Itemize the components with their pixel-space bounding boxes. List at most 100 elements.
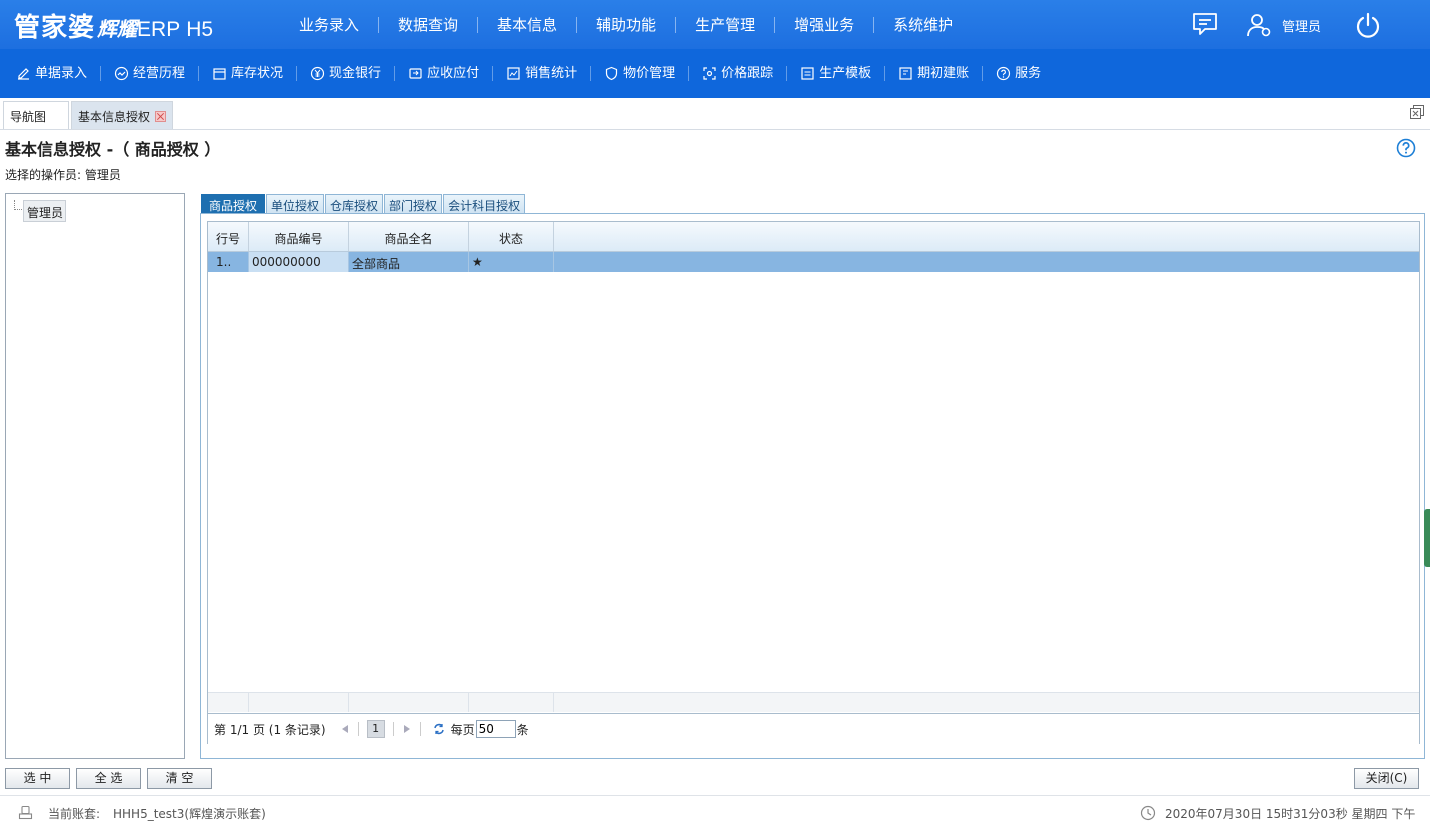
inventory-icon bbox=[213, 68, 226, 80]
summary-cell bbox=[208, 693, 249, 712]
cell-name: 全部商品 bbox=[349, 252, 469, 272]
toolbar-cash-bank[interactable]: 现金银行 bbox=[310, 65, 396, 81]
current-datetime: 2020年07月30日 15时31分03秒 星期四 下午 bbox=[1165, 807, 1416, 821]
table-row[interactable]: 1.. 000000000 全部商品 ★ bbox=[208, 252, 1419, 272]
select-button[interactable]: 选 中 bbox=[5, 768, 70, 789]
clear-button[interactable]: 清 空 bbox=[147, 768, 212, 789]
toolbar-label: 现金银行 bbox=[329, 65, 382, 81]
toolbar-label: 生产模板 bbox=[819, 65, 872, 81]
toolbar-sales-stats[interactable]: 销售统计 bbox=[506, 65, 592, 81]
top-bar: 管家婆 辉耀 ERP H5 业务录入 数据查询 基本信息 辅助功能 生产管理 增… bbox=[0, 0, 1430, 49]
next-page-icon[interactable] bbox=[403, 725, 410, 733]
close-button[interactable]: 关闭(C) bbox=[1354, 768, 1419, 789]
per-page-prefix: 每页 bbox=[450, 722, 475, 737]
pager-divider bbox=[392, 722, 394, 736]
shield-icon bbox=[605, 66, 618, 81]
logo-brand: 管家婆 bbox=[14, 13, 96, 43]
page-title: 基本信息授权 -（ 商品授权 ） bbox=[5, 140, 221, 159]
app-logo: 管家婆 辉耀 ERP H5 bbox=[14, 7, 213, 43]
main-nav-production[interactable]: 生产管理 bbox=[676, 16, 776, 33]
tree-node-admin[interactable]: 管理员 bbox=[23, 200, 66, 222]
toolbar-label: 价格跟踪 bbox=[721, 65, 774, 81]
message-icon[interactable] bbox=[1192, 12, 1218, 36]
operator-tree: 管理员 bbox=[5, 193, 185, 759]
toolbar-receivable-payable[interactable]: 应收应付 bbox=[408, 65, 494, 81]
pager-info: 第 1/1 页 (1 条记录) bbox=[214, 722, 326, 737]
column-header-code[interactable]: 商品编号 bbox=[249, 222, 349, 251]
pager-divider bbox=[357, 722, 359, 736]
toolbar-price-tracking[interactable]: 价格跟踪 bbox=[702, 65, 788, 81]
per-page-input[interactable] bbox=[475, 720, 516, 738]
main-nav-data-query[interactable]: 数据查询 bbox=[379, 16, 479, 33]
tab-account-subject-auth[interactable]: 会计科目授权 bbox=[443, 194, 526, 214]
toolbar-label: 物价管理 bbox=[623, 65, 676, 81]
toolbar-label: 销售统计 bbox=[525, 65, 578, 81]
tab-basic-info-auth[interactable]: 基本信息授权 bbox=[71, 101, 173, 129]
toolbar-label: 经营历程 bbox=[133, 65, 186, 81]
toolbar-label: 服务 bbox=[1015, 65, 1042, 81]
target-icon bbox=[703, 67, 716, 80]
column-header-row-no[interactable]: 行号 bbox=[208, 222, 249, 251]
tab-label: 导航图 bbox=[10, 110, 47, 124]
quick-toolbar: 单据录入 经营历程 库存状况 现金银行 应收应付 销售统计 物价管理 价格跟踪 … bbox=[0, 49, 1430, 98]
selected-operator-label: 选择的操作员: 管理员 bbox=[5, 168, 121, 182]
toolbar-business-history[interactable]: 经营历程 bbox=[114, 65, 200, 81]
tab-unit-auth[interactable]: 单位授权 bbox=[266, 194, 325, 214]
cell-status: ★ bbox=[469, 252, 554, 272]
template-icon bbox=[801, 67, 814, 80]
trend-icon bbox=[114, 66, 129, 81]
account-label: 当前账套: bbox=[48, 807, 101, 821]
toolbar-opening-accounts[interactable]: 期初建账 bbox=[898, 65, 984, 81]
logo-brand-sub: 辉耀 bbox=[97, 17, 138, 41]
cell-row-no: 1.. bbox=[208, 252, 249, 272]
prev-page-icon[interactable] bbox=[341, 725, 348, 733]
power-icon[interactable] bbox=[1354, 11, 1382, 39]
book-icon bbox=[899, 67, 912, 80]
help-icon[interactable] bbox=[1396, 138, 1416, 158]
toolbar-voucher-entry[interactable]: 单据录入 bbox=[16, 65, 102, 81]
toolbar-label: 期初建账 bbox=[917, 65, 970, 81]
grid-header: 行号 商品编号 商品全名 状态 bbox=[208, 222, 1419, 252]
tab-department-auth[interactable]: 部门授权 bbox=[384, 194, 443, 214]
user-name[interactable]: 管理员 bbox=[1282, 16, 1321, 35]
help-circle-icon bbox=[997, 66, 1011, 81]
edit-icon bbox=[18, 68, 29, 80]
main-nav-aux-functions[interactable]: 辅助功能 bbox=[577, 16, 677, 33]
toolbar-production-template[interactable]: 生产模板 bbox=[800, 65, 886, 81]
auth-panel: 行号 商品编号 商品全名 状态 1.. 000000000 全部商品 ★ 第 1… bbox=[200, 213, 1425, 759]
summary-cell bbox=[349, 693, 469, 712]
tab-warehouse-auth[interactable]: 仓库授权 bbox=[325, 194, 384, 214]
tab-navigation-map[interactable]: 导航图 bbox=[3, 101, 69, 129]
main-nav: 业务录入 数据查询 基本信息 辅助功能 生产管理 增强业务 系统维护 bbox=[280, 0, 972, 49]
summary-cell bbox=[249, 693, 349, 712]
refresh-icon[interactable] bbox=[433, 723, 445, 735]
account-value: HHH5_test3(辉煌演示账套) bbox=[113, 807, 266, 821]
cell-code[interactable]: 000000000 bbox=[249, 252, 349, 272]
tab-product-auth[interactable]: 商品授权 bbox=[201, 194, 266, 214]
side-drawer-handle[interactable] bbox=[1424, 509, 1430, 567]
product-grid: 行号 商品编号 商品全名 状态 1.. 000000000 全部商品 ★ 第 1… bbox=[207, 221, 1420, 744]
summary-cell bbox=[469, 693, 554, 712]
restore-window-icon[interactable] bbox=[1409, 104, 1425, 120]
logo-version: H5 bbox=[186, 18, 214, 41]
current-page[interactable]: 1 bbox=[366, 720, 385, 738]
select-all-button[interactable]: 全 选 bbox=[76, 768, 141, 789]
column-header-status[interactable]: 状态 bbox=[469, 222, 554, 251]
toolbar-label: 应收应付 bbox=[427, 65, 480, 81]
pager: 第 1/1 页 (1 条记录) 1 每页 条 bbox=[208, 713, 1419, 744]
clock-icon bbox=[1140, 805, 1156, 821]
column-header-name[interactable]: 商品全名 bbox=[349, 222, 469, 251]
main-nav-business-entry[interactable]: 业务录入 bbox=[280, 16, 380, 33]
main-nav-enhanced[interactable]: 增强业务 bbox=[775, 16, 875, 33]
toolbar-inventory-status[interactable]: 库存状况 bbox=[212, 65, 298, 81]
close-icon[interactable] bbox=[155, 111, 167, 122]
toolbar-service[interactable]: 服务 bbox=[996, 66, 1054, 81]
toolbar-label: 单据录入 bbox=[35, 65, 88, 81]
main-nav-system[interactable]: 系统维护 bbox=[874, 17, 972, 33]
toolbar-label: 库存状况 bbox=[231, 65, 284, 81]
tab-label: 基本信息授权 bbox=[78, 110, 151, 124]
toolbar-price-management[interactable]: 物价管理 bbox=[604, 65, 690, 81]
yuan-icon bbox=[310, 66, 325, 81]
user-icon[interactable] bbox=[1246, 12, 1272, 38]
main-nav-basic-info[interactable]: 基本信息 bbox=[478, 16, 578, 33]
